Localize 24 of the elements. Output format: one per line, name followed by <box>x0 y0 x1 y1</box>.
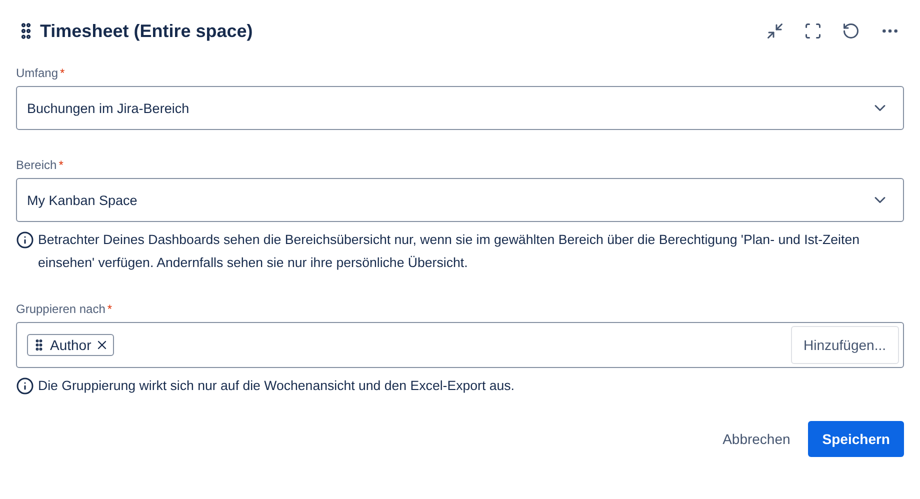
tag-chip[interactable]: Author <box>27 334 114 356</box>
add-button[interactable]: Hinzufügen... <box>790 326 899 364</box>
field-label: Gruppieren nach <box>16 302 106 316</box>
info-icon <box>16 377 34 395</box>
required-mark: * <box>60 66 65 80</box>
info-icon <box>16 231 34 249</box>
tag-label: Author <box>50 337 92 353</box>
minimize-icon[interactable] <box>766 22 784 40</box>
required-mark: * <box>58 158 64 172</box>
reset-icon[interactable] <box>842 22 860 40</box>
required-mark: * <box>107 302 112 316</box>
info-text: Betrachter Deines Dashboards sehen die Bereichsübersicht nur, wenn sie im gewählten Bereich über die Berechtigung 'Plan- und Ist-Zeiten einsehen' verfügen. Andernfalls sehen sie nur ihre persönliche Übersicht. <box>38 231 860 272</box>
save-button[interactable]: Speichern <box>808 421 904 457</box>
widget-title: Timesheet (Entire space) <box>40 20 253 42</box>
info-text: Die Gruppierung wirkt sich nur auf die Wochenansicht und den Excel-Export aus. <box>38 377 514 395</box>
cancel-button[interactable]: Abbrechen <box>712 421 800 457</box>
select-field[interactable]: My Kanban Space <box>16 178 904 222</box>
field-label: Umfang <box>16 66 58 80</box>
group-by-field[interactable]: Author Hinzufügen... <box>16 322 904 368</box>
field-label: Bereich <box>16 158 57 172</box>
select-field[interactable]: Buchungen im Jira-Bereich <box>16 86 904 130</box>
select-value: My Kanban Space <box>27 192 138 208</box>
select-value: Buchungen im Jira-Bereich <box>27 100 190 116</box>
fullscreen-icon[interactable] <box>804 22 822 40</box>
